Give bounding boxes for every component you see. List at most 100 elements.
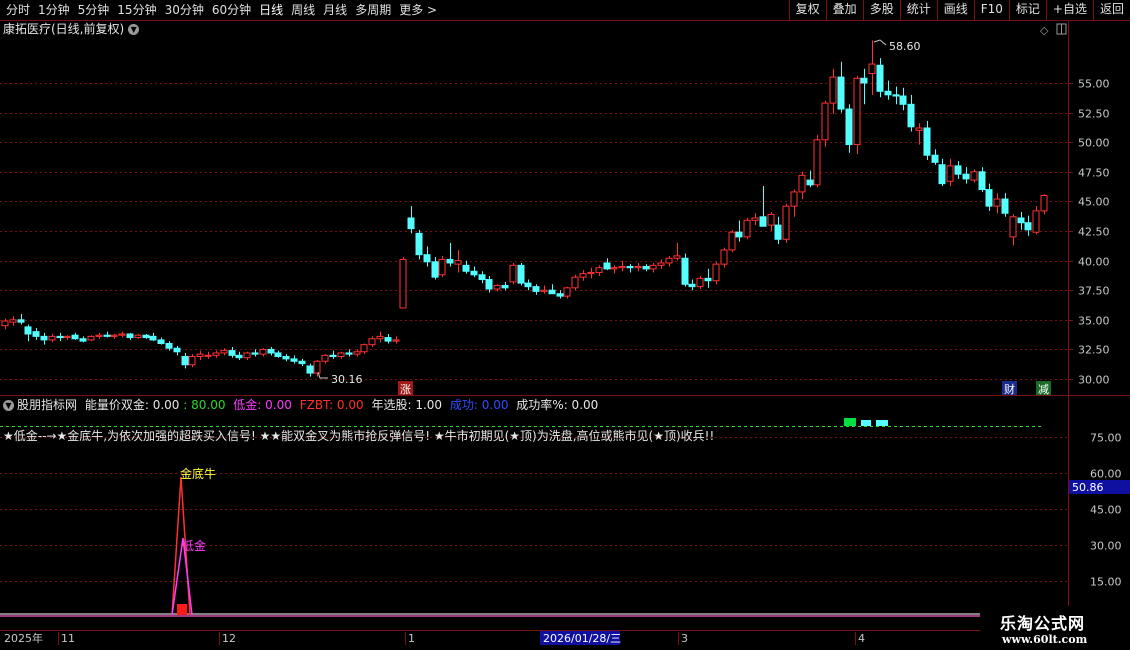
candle[interactable] (282, 354, 290, 362)
candle[interactable] (696, 275, 704, 290)
candle[interactable] (251, 349, 259, 357)
candle[interactable] (235, 351, 243, 361)
candle[interactable] (728, 229, 736, 253)
candle[interactable] (532, 284, 540, 295)
period-tab-fenshi[interactable]: 分时 (2, 0, 34, 20)
candle[interactable] (610, 265, 618, 274)
candle[interactable] (399, 257, 407, 309)
candle[interactable] (212, 350, 220, 358)
period-tab-30min[interactable]: 30分钟 (161, 0, 208, 20)
candle[interactable] (56, 332, 64, 342)
period-tab-more[interactable]: 更多 > (395, 0, 441, 20)
candle[interactable] (493, 284, 501, 292)
candle[interactable] (384, 334, 392, 344)
candle[interactable] (478, 271, 486, 284)
candle[interactable] (501, 281, 509, 291)
candle[interactable] (720, 247, 728, 268)
candle[interactable] (274, 350, 282, 358)
candle[interactable] (876, 58, 884, 98)
candle[interactable] (892, 86, 900, 105)
overlay-button[interactable]: 叠加 (825, 0, 863, 20)
candle[interactable] (782, 203, 790, 243)
candle[interactable] (642, 264, 650, 272)
f10-button[interactable]: F10 (973, 0, 1009, 20)
candle[interactable] (431, 257, 439, 280)
candle[interactable] (368, 336, 376, 348)
candle[interactable] (423, 246, 431, 267)
candle[interactable] (923, 120, 931, 160)
indicator-chevron-icon[interactable]: ▼ (3, 400, 14, 411)
candle[interactable] (681, 253, 689, 287)
candle[interactable] (563, 286, 571, 299)
candle[interactable] (821, 100, 829, 147)
candle[interactable] (954, 161, 962, 179)
period-tab-5min[interactable]: 5分钟 (74, 0, 114, 20)
candle[interactable] (634, 262, 642, 272)
candle[interactable] (915, 123, 923, 145)
candle[interactable] (751, 213, 759, 226)
candle[interactable] (1001, 193, 1009, 217)
candle[interactable] (978, 167, 986, 192)
candle[interactable] (985, 183, 993, 211)
mark-button[interactable]: 标记 (1008, 0, 1046, 20)
candle[interactable] (556, 290, 564, 299)
candle[interactable] (298, 358, 306, 366)
candle[interactable] (1024, 215, 1032, 236)
candle[interactable] (204, 351, 212, 359)
candle[interactable] (32, 328, 40, 340)
candle[interactable] (665, 255, 673, 267)
candle[interactable] (993, 193, 1001, 214)
candle[interactable] (40, 332, 48, 345)
candle[interactable] (71, 332, 79, 340)
multi-stock-button[interactable]: 多股 (862, 0, 900, 20)
candle[interactable] (868, 40, 876, 95)
candle[interactable] (118, 331, 126, 338)
candle[interactable] (149, 332, 157, 342)
candle[interactable] (595, 265, 603, 276)
candle[interactable] (571, 274, 579, 291)
candle[interactable] (524, 279, 532, 291)
candle[interactable] (438, 255, 446, 278)
candle[interactable] (79, 336, 87, 343)
candle[interactable] (798, 171, 806, 200)
candle[interactable] (290, 355, 298, 364)
candle[interactable] (181, 352, 189, 369)
candle[interactable] (517, 262, 525, 286)
candle[interactable] (618, 260, 626, 272)
candle[interactable] (767, 212, 775, 231)
statistics-button[interactable]: 统计 (899, 0, 937, 20)
diamond-icon[interactable]: ◇ (1040, 24, 1049, 37)
candle[interactable] (126, 332, 134, 340)
indicator-name[interactable]: 股朋指标网 (17, 398, 77, 412)
candle[interactable] (1032, 206, 1040, 235)
candle[interactable] (657, 259, 665, 269)
add-watchlist-button[interactable]: +自选 (1045, 0, 1093, 20)
period-tab-15min[interactable]: 15分钟 (113, 0, 160, 20)
candle[interactable] (188, 354, 196, 368)
candle[interactable] (946, 158, 954, 187)
candle[interactable] (704, 268, 712, 288)
period-tab-1min[interactable]: 1分钟 (34, 0, 74, 20)
candle[interactable] (345, 349, 353, 357)
candle[interactable] (899, 87, 907, 111)
candle[interactable] (688, 279, 696, 291)
candle[interactable] (587, 267, 595, 279)
candle[interactable] (360, 343, 368, 355)
candle[interactable] (1, 318, 9, 330)
candle[interactable] (103, 331, 111, 338)
candle[interactable] (712, 261, 720, 285)
candle[interactable] (970, 169, 978, 183)
candle[interactable] (259, 348, 267, 357)
candle[interactable] (626, 264, 634, 273)
candle[interactable] (95, 332, 103, 339)
candle[interactable] (962, 167, 970, 184)
candle[interactable] (63, 335, 71, 340)
back-button[interactable]: 返回 (1092, 0, 1130, 20)
candle[interactable] (938, 158, 946, 187)
candle[interactable] (1009, 214, 1017, 246)
period-tab-multi[interactable]: 多周期 (351, 0, 395, 20)
candle[interactable] (337, 351, 345, 359)
candle[interactable] (243, 351, 251, 361)
candle[interactable] (134, 334, 142, 339)
candle[interactable] (853, 75, 861, 155)
